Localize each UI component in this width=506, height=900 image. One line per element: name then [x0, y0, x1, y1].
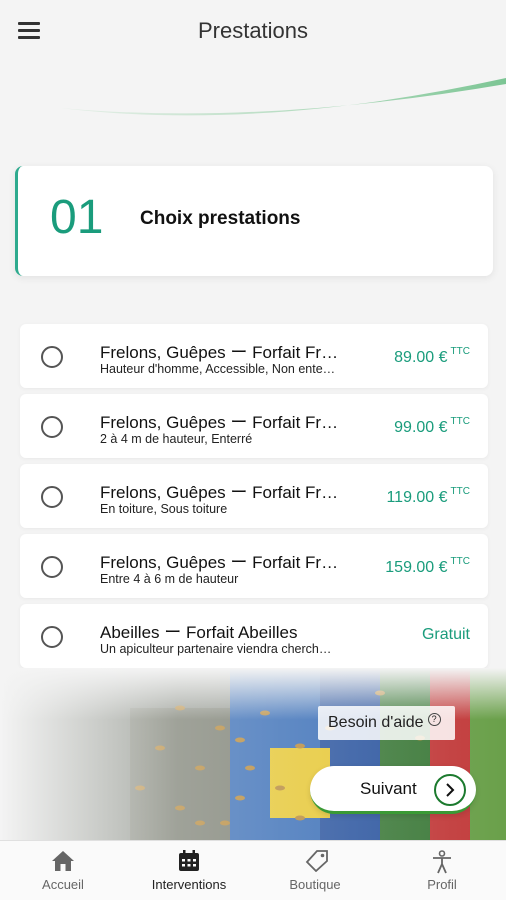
tax-label: TTC [450, 486, 470, 497]
service-title: Frelons, Guêpes ー Forfait Frelons [100, 553, 340, 572]
service-subtitle: En toiture, Sous toiture [100, 502, 228, 516]
home-icon [52, 851, 74, 871]
bees-background-image [0, 668, 506, 840]
radio-button[interactable] [41, 486, 63, 508]
radio-button[interactable] [41, 556, 63, 578]
decorative-swoosh [60, 78, 506, 116]
tax-label: TTC [450, 416, 470, 427]
service-price: 89.00 € TTC [394, 346, 470, 366]
header: Prestations [0, 0, 506, 62]
service-list: Frelons, Guêpes ー Forfait Frelons Hauteu… [20, 324, 488, 674]
calendar-icon [179, 850, 199, 871]
service-subtitle: Entre 4 à 6 m de hauteur [100, 572, 239, 586]
page-title: Prestations [197, 18, 309, 43]
next-label: Suivant [360, 779, 417, 798]
tab-label: Interventions [151, 877, 227, 892]
chevron-right-icon [434, 774, 466, 806]
tab-interventions[interactable]: Interventions [126, 841, 252, 900]
service-price: 159.00 € TTC [385, 556, 470, 576]
question-icon: ? [427, 713, 441, 726]
service-title: Frelons, Guêpes ー Forfait Frelons [100, 413, 340, 432]
service-price: 99.00 € TTC [394, 416, 470, 436]
step-label: Choix prestations [140, 208, 301, 229]
service-item[interactable]: Frelons, Guêpes ー Forfait Frelons En toi… [20, 464, 488, 528]
person-icon [433, 850, 451, 874]
radio-button[interactable] [41, 416, 63, 438]
step-card: 01 Choix prestations [15, 166, 493, 276]
service-item[interactable]: Frelons, Guêpes ー Forfait Frelons 2 à 4 … [20, 394, 488, 458]
radio-button[interactable] [41, 626, 63, 648]
service-item[interactable]: Frelons, Guêpes ー Forfait Frelons Entre … [20, 534, 488, 598]
help-label: Besoin d'aide [328, 714, 424, 731]
tab-label: Boutique [289, 877, 341, 892]
service-item[interactable]: Frelons, Guêpes ー Forfait Frelons Hauteu… [20, 324, 488, 388]
bottom-tab-bar: Accueil Interventions Boutique Profil [0, 840, 506, 900]
tab-label: Profil [427, 877, 457, 892]
radio-button[interactable] [41, 346, 63, 368]
tab-boutique[interactable]: Boutique [252, 841, 378, 900]
tax-label: TTC [450, 346, 470, 357]
tab-accueil[interactable]: Accueil [0, 841, 126, 900]
service-title: Frelons, Guêpes ー Forfait Frelons [100, 343, 340, 362]
service-subtitle: Un apiculteur partenaire viendra cherche… [100, 642, 336, 656]
step-number: 01 [50, 191, 104, 244]
next-button[interactable]: Suivant [310, 766, 476, 814]
service-item[interactable]: Abeilles ー Forfait Abeilles Un apiculteu… [20, 604, 488, 668]
service-price: 119.00 € TTC [386, 486, 470, 506]
help-button[interactable]: Besoin d'aide? [318, 706, 455, 740]
tax-label: TTC [450, 556, 470, 567]
service-title: Frelons, Guêpes ー Forfait Frelons [100, 483, 340, 502]
tag-icon [305, 850, 328, 872]
service-price: Gratuit [421, 626, 470, 643]
service-subtitle: 2 à 4 m de hauteur, Enterré [100, 432, 253, 446]
service-subtitle: Hauteur d'homme, Accessible, Non enterré [100, 362, 336, 376]
tab-label: Accueil [42, 877, 84, 892]
service-title: Abeilles ー Forfait Abeilles [100, 623, 298, 642]
tab-profil[interactable]: Profil [378, 841, 506, 900]
